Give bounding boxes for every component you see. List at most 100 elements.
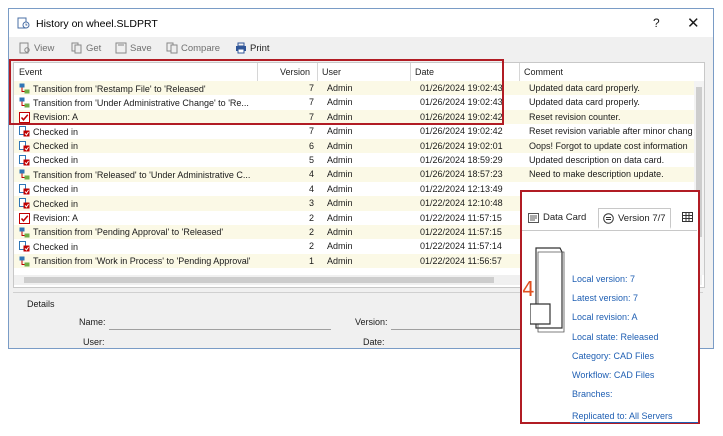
print-label: Print [250,42,270,54]
event-cell: Checked in [19,183,261,195]
event-text: Transition from 'Work in Process' to 'Pe… [33,256,251,267]
col-divider [519,63,520,81]
view-label: View [34,42,55,54]
get-icon [71,42,82,54]
transition-icon [19,256,30,267]
date-cell: 01/22/2024 12:10:48 [420,198,503,209]
compare-label: Compare [181,42,221,54]
comment-cell: Updated data card properly. [529,83,640,93]
save-button[interactable]: Save [115,42,152,54]
scrollbar-thumb[interactable] [24,277,494,283]
table-icon [682,212,693,222]
compare-button[interactable]: Compare [166,42,220,54]
user-cell: Admin [327,154,353,165]
revision-icon [19,212,30,224]
print-button[interactable]: Print [235,42,270,54]
user-cell: Admin [327,212,353,223]
tab-more[interactable] [682,212,693,222]
check-in-icon [19,241,30,252]
category: Category: CAD Files [572,351,655,361]
printer-icon [236,42,246,54]
check-in-icon [19,198,30,209]
version-cell: 1 [308,255,314,266]
date-cell: 01/26/2024 18:59:29 [420,154,503,165]
name-field [109,329,331,330]
date-cell: 01/26/2024 19:02:01 [420,140,503,151]
version-icon [603,212,614,224]
callout-tabs: Data Card Version 7/7 [522,208,697,231]
version-cell: 6 [308,140,314,151]
date-cell: 01/22/2024 11:56:57 [420,255,502,266]
table-row[interactable]: Checked in 6 Admin 01/26/2024 19:02:01 Oops!… [14,138,704,153]
help-button[interactable]: ? [653,16,660,30]
branches: Branches: [572,389,613,399]
event-text: Checked in [33,155,79,166]
data-card-icon [528,212,539,223]
version-cell: 4 [308,169,314,180]
version-cell: 2 [308,226,314,237]
local-state: Local state: Released [572,332,659,342]
comment-cell: Updated data card properly. [529,97,640,108]
date-cell: 01/22/2024 11:57:15 [420,226,502,237]
check-in-icon [19,126,30,137]
tab-data-card[interactable]: Data Card [528,212,586,223]
version-badge: 4 [522,277,535,301]
version-cell: 4 [308,183,314,194]
event-text: Transition from 'Pending Approval' to 'R… [33,227,224,238]
col-comment-header[interactable]: Comment [524,67,563,77]
date-cell: 01/22/2024 11:57:15 [420,212,502,223]
table-row[interactable]: Checked in 7 Admin 01/26/2024 19:02:42 Reset… [14,124,704,138]
close-button[interactable]: ✕ [687,14,700,32]
event-text: Checked in [33,141,79,152]
date-label: Date: [363,337,385,347]
local-revision: Local revision: A [572,312,638,322]
user-cell: Admin [327,255,353,266]
event-text: Checked in [33,184,79,195]
version-field [391,329,521,330]
date-cell: 01/22/2024 11:57:14 [420,241,502,252]
version-cell: 7 [308,126,314,137]
divider [570,422,698,423]
name-label: Name: [79,317,106,327]
version-cell: 2 [308,241,314,252]
transition-icon [19,227,30,238]
event-text: Revision: A [33,213,79,224]
version-cell: 5 [308,154,314,165]
compare-icon [166,42,178,54]
document-history-icon [17,17,30,29]
workflow: Workflow: CAD Files [572,370,655,380]
date-cell: 01/26/2024 18:57:23 [420,169,503,180]
check-in-icon [19,154,30,166]
event-text: Checked in [33,198,79,209]
table-row[interactable]: Checked in 5 Admin 01/26/2024 18:59:29 Updat… [14,153,704,167]
user-cell: Admin [327,241,353,252]
event-cell: Checked in [19,126,261,137]
save-label: Save [130,42,152,54]
highlight-box [9,59,504,125]
view-button[interactable]: View [19,42,54,54]
event-text: Transition from 'Released' to 'Under Adm… [33,169,251,180]
tab-data-card-label: Data Card [543,212,587,223]
event-cell: Checked in [19,198,261,209]
user-label: User: [83,337,105,347]
event-cell: Checked in [19,154,261,166]
user-cell: Admin [327,169,353,180]
event-cell: Transition from 'Pending Approval' to 'R… [19,227,261,238]
latest-version: Latest version: 7 [572,293,639,303]
get-label: Get [86,42,102,54]
event-cell: Transition from 'Work in Process' to 'Pe… [19,256,261,267]
tab-version[interactable]: Version 7/7 [598,208,671,229]
version-info-callout: Data Card Version 7/7 4 Local version: 7… [520,190,700,424]
event-cell: Checked in [19,241,261,252]
event-cell: Transition from 'Released' to 'Under Adm… [19,169,261,180]
table-row[interactable]: Transition from 'Released' to 'Under Adm… [14,167,704,182]
comment-cell: Updated description on data card. [529,154,665,165]
event-text: Checked in [33,241,79,252]
user-cell: Admin [327,140,353,151]
replicated-to: Replicated to: All Servers [572,411,673,421]
get-button[interactable]: Get [71,42,101,54]
details-legend: Details [27,299,55,309]
toolbar: View Get Save Compare Print [9,37,713,59]
event-cell: Checked in [19,140,261,152]
comment-cell: Oops! Forgot to update cost information [529,140,688,151]
